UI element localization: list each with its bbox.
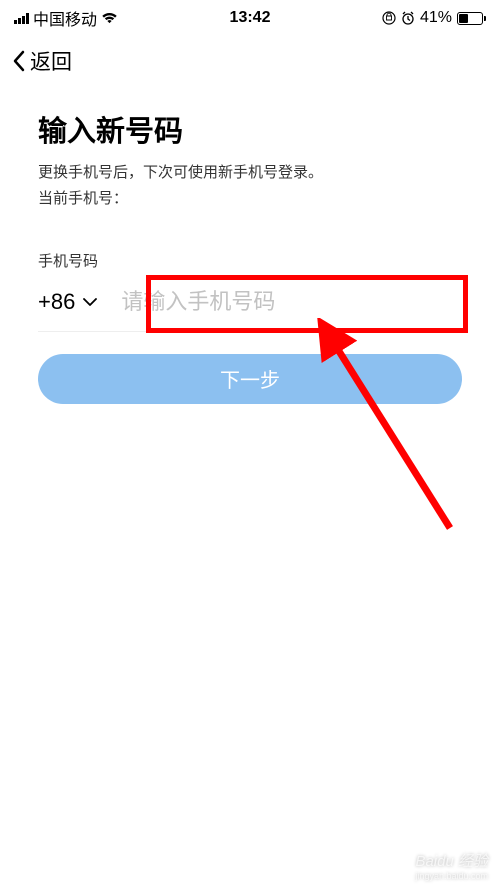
status-left: 中国移动 xyxy=(14,6,118,30)
orientation-lock-icon xyxy=(382,11,396,25)
back-button[interactable]: 返回 xyxy=(12,46,72,76)
phone-input[interactable] xyxy=(115,281,462,323)
next-button[interactable]: 下一步 xyxy=(38,354,462,404)
watermark: Baidu 经验 jingyan.baidu.com xyxy=(415,850,488,881)
status-bar: 中国移动 13:42 41% xyxy=(0,0,500,36)
current-phone-label: 当前手机号： xyxy=(38,187,462,208)
alarm-icon xyxy=(401,11,415,25)
signal-icon xyxy=(14,12,29,24)
wifi-icon xyxy=(101,12,118,24)
country-code-value: +86 xyxy=(38,289,75,315)
country-code-selector[interactable]: +86 xyxy=(38,281,109,323)
page-content: 输入新号码 更换手机号后，下次可使用新手机号登录。 当前手机号： 手机号码 +8… xyxy=(0,90,500,404)
back-label: 返回 xyxy=(30,46,72,76)
watermark-url: jingyan.baidu.com xyxy=(415,871,488,881)
chevron-down-icon xyxy=(83,298,97,306)
status-time: 13:42 xyxy=(230,9,271,27)
page-title: 输入新号码 xyxy=(38,108,462,150)
phone-row: +86 xyxy=(38,281,462,332)
phone-field-label: 手机号码 xyxy=(38,250,462,271)
nav-bar: 返回 xyxy=(0,36,500,90)
battery-icon xyxy=(457,12,486,25)
carrier-label: 中国移动 xyxy=(33,6,97,30)
chevron-left-icon xyxy=(12,50,26,72)
watermark-brand: Baidu 经验 xyxy=(415,853,488,870)
status-right: 41% xyxy=(382,9,486,27)
page-subtitle: 更换手机号后，下次可使用新手机号登录。 xyxy=(38,162,462,185)
battery-percent: 41% xyxy=(420,9,452,27)
